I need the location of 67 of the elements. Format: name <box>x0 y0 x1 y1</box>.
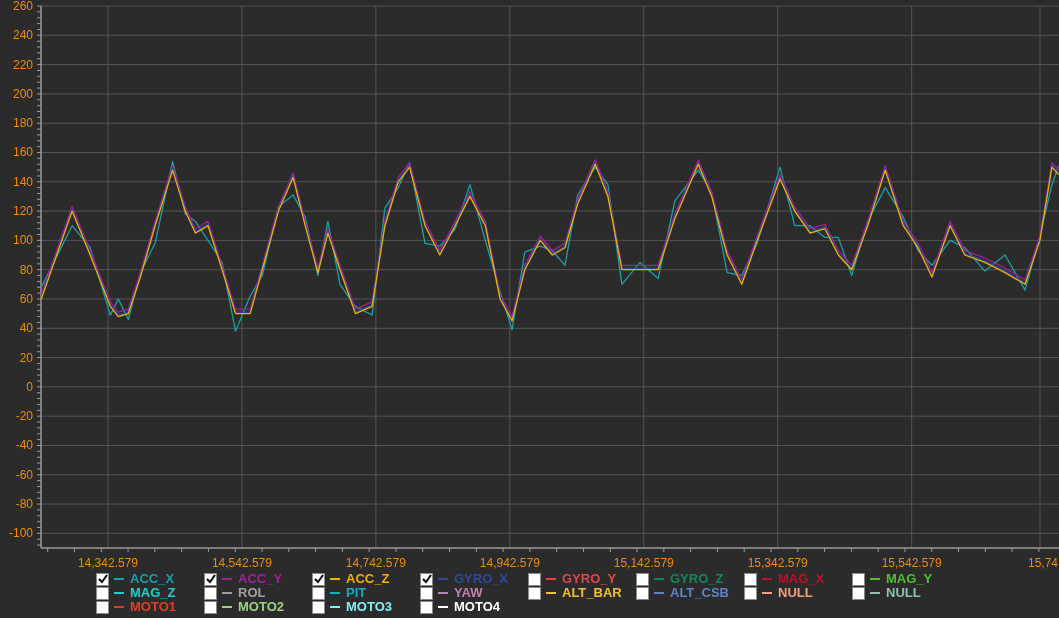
axis-label: 200 <box>12 86 33 101</box>
axis-label: 15,342.579 <box>747 556 808 570</box>
checkbox[interactable] <box>204 600 217 614</box>
axis-label: 240 <box>12 28 33 43</box>
axis-label: 15,542.579 <box>881 556 942 570</box>
legend-label: MOTO4 <box>454 600 500 614</box>
axis-label: -100 <box>8 526 33 541</box>
checkbox[interactable] <box>420 600 433 614</box>
legend-label: MAG_Y <box>886 572 933 586</box>
checkbox[interactable] <box>204 586 217 600</box>
legend-label: MAG_X <box>778 572 825 586</box>
checkbox[interactable] <box>96 600 109 614</box>
axis-label: -40 <box>15 438 33 453</box>
axis-label: 14,342.579 <box>77 556 138 570</box>
checkbox[interactable] <box>744 572 757 586</box>
axis-label: 20 <box>19 350 33 365</box>
checkbox[interactable] <box>312 572 325 586</box>
checkbox[interactable] <box>852 586 865 600</box>
checkbox[interactable] <box>636 586 649 600</box>
axis-label: -20 <box>15 409 33 424</box>
legend-label: GYRO_Y <box>562 572 617 586</box>
axis-label: 120 <box>12 204 33 219</box>
checkbox[interactable] <box>204 572 217 586</box>
legend-label: ALT_BAR <box>562 586 622 600</box>
legend-label: NULL <box>886 586 921 600</box>
axis-label: 15,74 <box>1027 556 1058 570</box>
legend-label: MAG_Z <box>130 586 176 600</box>
legend-label: MOTO1 <box>130 600 176 614</box>
checkbox[interactable] <box>420 586 433 600</box>
legend-label: ALT_CSB <box>670 586 729 600</box>
legend-label: MOTO2 <box>238 600 284 614</box>
axis-label: 260 <box>12 0 33 13</box>
legend-label: YAW <box>454 586 483 600</box>
axis-label: -80 <box>15 497 33 512</box>
checkbox[interactable] <box>96 586 109 600</box>
legend-label: ROL <box>238 586 266 600</box>
axis-label: 80 <box>19 262 33 277</box>
checkbox[interactable] <box>528 572 541 586</box>
checkbox[interactable] <box>528 586 541 600</box>
axis-label: 0 <box>26 379 33 394</box>
axis-label: 180 <box>12 116 33 131</box>
axis-label: 14,542.579 <box>211 556 272 570</box>
legend-label: ACC_Y <box>238 572 283 586</box>
axis-label: 140 <box>12 174 33 189</box>
checkbox[interactable] <box>744 586 757 600</box>
axis-label: -60 <box>15 467 33 482</box>
legend-label: ACC_X <box>130 572 175 586</box>
legend-label: MOTO3 <box>346 600 392 614</box>
checkbox[interactable] <box>420 572 433 586</box>
legend-label: GYRO_X <box>454 572 509 586</box>
checkbox[interactable] <box>636 572 649 586</box>
axis-label: 40 <box>19 321 33 336</box>
axis-label: 14,742.579 <box>345 556 406 570</box>
checkbox[interactable] <box>312 600 325 614</box>
checkbox[interactable] <box>312 586 325 600</box>
checkbox[interactable] <box>852 572 865 586</box>
axis-label: 220 <box>12 57 33 72</box>
axis-label: 15,142.579 <box>613 556 674 570</box>
axis-label: 100 <box>12 233 33 248</box>
legend-label: NULL <box>778 586 813 600</box>
axis-label: 14,942.579 <box>479 556 540 570</box>
axis-label: 60 <box>19 291 33 306</box>
checkbox[interactable] <box>96 572 109 586</box>
axis-label: 160 <box>12 145 33 160</box>
legend-label: GYRO_Z <box>670 572 724 586</box>
legend-label: PIT <box>346 586 367 600</box>
legend-label: ACC_Z <box>346 572 390 586</box>
